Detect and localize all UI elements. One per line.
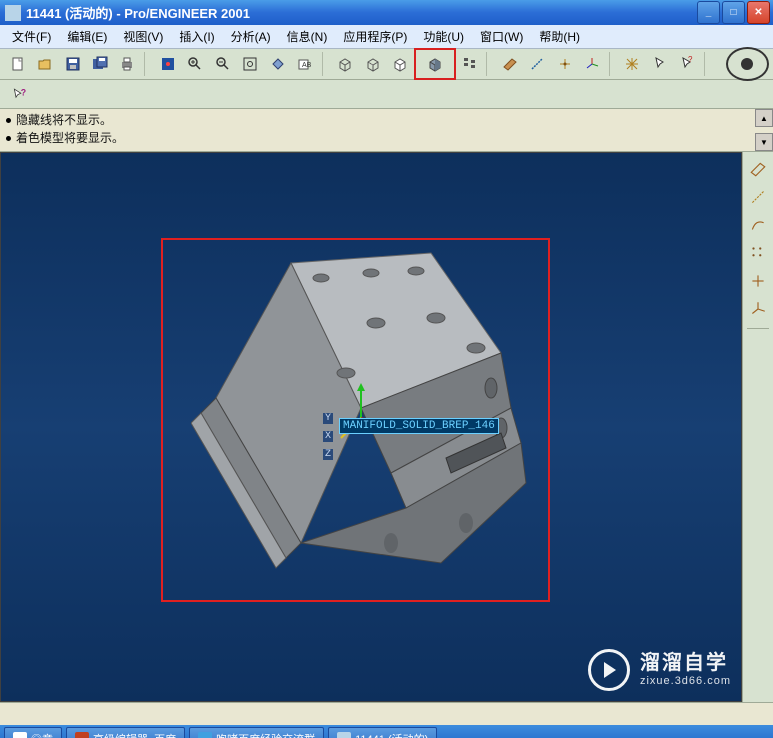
shaded-button[interactable] <box>422 51 448 77</box>
svg-text:?: ? <box>688 56 693 64</box>
datum-point-button[interactable] <box>552 51 577 77</box>
secondary-toolbar: ? <box>0 80 773 109</box>
orient-button[interactable] <box>265 51 290 77</box>
plane-tool-button[interactable] <box>747 158 769 180</box>
work-area: Y X Z MANIFOLD_SOLID_BREP_146 溜溜自学 zixue… <box>0 152 773 702</box>
title-bar: 11441 (活动的) - Pro/ENGINEER 2001 _ □ ✕ <box>0 0 773 25</box>
point-tool-button[interactable] <box>747 270 769 292</box>
menu-view[interactable]: 视图(V) <box>115 25 171 48</box>
svg-text:AB: AB <box>302 62 312 69</box>
menu-analysis[interactable]: 分析(A) <box>223 25 279 48</box>
svg-text:?: ? <box>21 88 26 98</box>
message-line-2: 着色模型将要显示。 <box>6 129 767 147</box>
open-file-button[interactable] <box>32 51 57 77</box>
selection-rectangle <box>161 238 550 602</box>
menu-help[interactable]: 帮助(H) <box>531 25 588 48</box>
no-hidden-button[interactable] <box>387 51 412 77</box>
model-tree-button[interactable] <box>457 51 482 77</box>
shaded-highlight <box>414 48 456 80</box>
zoom-out-button[interactable] <box>210 51 235 77</box>
taskbar-item-2[interactable]: 咆哮百度经验交流群 <box>189 727 324 738</box>
select-button[interactable] <box>647 51 672 77</box>
watermark: 溜溜自学 zixue.3d66.com <box>588 649 731 691</box>
toolbar-separator <box>144 52 151 76</box>
menu-insert[interactable]: 插入(I) <box>171 25 222 48</box>
save-button[interactable] <box>60 51 85 77</box>
main-toolbar: AB ? <box>0 49 773 80</box>
watermark-url: zixue.3d66.com <box>640 675 731 688</box>
chat-icon <box>198 732 212 738</box>
browser-icon <box>75 732 89 738</box>
toolbar-separator <box>609 52 616 76</box>
toolbar-separator <box>322 52 329 76</box>
window-controls: _ □ ✕ <box>697 1 770 24</box>
repaint-button[interactable] <box>155 51 180 77</box>
message-scroll-down-button[interactable]: ▼ <box>755 133 773 151</box>
menu-util[interactable]: 功能(U) <box>415 25 472 48</box>
datum-csys-button[interactable] <box>579 51 604 77</box>
taskbar-item-1[interactable]: 高级编辑器_百度 <box>66 727 185 738</box>
maximize-button[interactable]: □ <box>722 1 745 24</box>
wireframe-button[interactable] <box>333 51 358 77</box>
spin-center-button[interactable] <box>620 51 645 77</box>
close-button[interactable]: ✕ <box>747 1 770 24</box>
menu-bar: 文件(F) 编辑(E) 视图(V) 插入(I) 分析(A) 信息(N) 应用程序… <box>0 25 773 49</box>
refit-button[interactable] <box>237 51 262 77</box>
hidden-line-button[interactable] <box>360 51 385 77</box>
taskbar-item-3[interactable]: 11441 (活动的) <box>328 727 437 738</box>
new-file-button[interactable] <box>5 51 30 77</box>
window-title: 11441 (活动的) - Pro/ENGINEER 2001 <box>26 3 697 22</box>
proe-icon <box>337 732 351 738</box>
message-area: 隐藏线将不显示。 着色模型将要显示。 ▲ ▼ <box>0 109 773 152</box>
menu-window[interactable]: 窗口(W) <box>472 25 531 48</box>
menu-apps[interactable]: 应用程序(P) <box>335 25 415 48</box>
whats-this-button[interactable]: ? <box>5 81 35 107</box>
query-select-button[interactable]: ? <box>675 51 700 77</box>
print-button[interactable] <box>115 51 140 77</box>
csys-tool-button[interactable] <box>747 298 769 320</box>
minimize-button[interactable]: _ <box>697 1 720 24</box>
zoom-in-button[interactable] <box>182 51 207 77</box>
toolbar-separator <box>704 52 711 76</box>
taskbar-item-0[interactable]: ◎章 <box>4 727 62 738</box>
curve-tool-button[interactable] <box>747 214 769 236</box>
datum-axis-button[interactable] <box>525 51 550 77</box>
right-toolbar <box>742 152 773 702</box>
menu-edit[interactable]: 编辑(E) <box>59 25 115 48</box>
generic-app-icon <box>13 732 27 738</box>
save-copy-button[interactable] <box>87 51 112 77</box>
menu-file[interactable]: 文件(F) <box>4 25 59 48</box>
menu-info[interactable]: 信息(N) <box>279 25 336 48</box>
right-toolbar-separator <box>747 328 769 329</box>
datum-plane-button[interactable] <box>497 51 522 77</box>
eye-logo-icon <box>726 47 769 81</box>
play-icon <box>588 649 630 691</box>
status-bar <box>0 702 773 725</box>
windows-taskbar: ◎章 高级编辑器_百度 咆哮百度经验交流群 11441 (活动的) <box>0 725 773 738</box>
saved-views-button[interactable]: AB <box>292 51 317 77</box>
watermark-title: 溜溜自学 <box>640 651 731 675</box>
point-grid-tool-button[interactable] <box>747 242 769 264</box>
3d-viewport[interactable]: Y X Z MANIFOLD_SOLID_BREP_146 溜溜自学 zixue… <box>0 152 742 702</box>
message-line-1: 隐藏线将不显示。 <box>6 111 767 129</box>
app-icon <box>5 5 21 21</box>
axis-tool-button[interactable] <box>747 186 769 208</box>
toolbar-separator <box>486 52 493 76</box>
message-scroll-up-button[interactable]: ▲ <box>755 109 773 127</box>
